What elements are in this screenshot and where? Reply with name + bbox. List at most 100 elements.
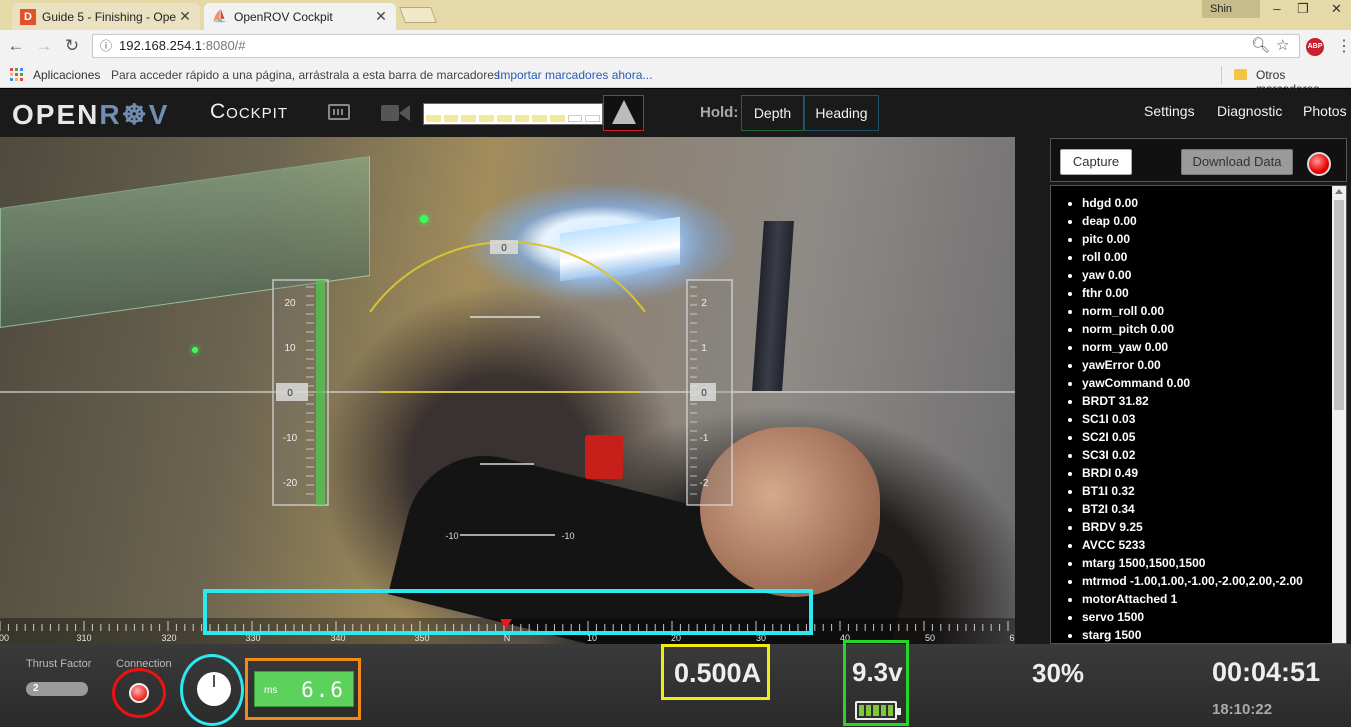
hold-depth-button[interactable]: Depth xyxy=(741,95,804,131)
compass-highlight-box xyxy=(203,589,813,635)
browser-menu-icon[interactable]: ⋮ xyxy=(1336,36,1351,56)
browser-tab-guide[interactable]: D Guide 5 - Finishing - Ope ✕ xyxy=(12,3,200,30)
light-segment xyxy=(514,115,530,122)
telemetry-item: BRDV 9.25 xyxy=(1082,518,1346,536)
data-controls: Capture Download Data xyxy=(1050,138,1347,182)
url-input[interactable]: ⓘ 192.168.254.1:8080/# 🔍︎ ☆ xyxy=(92,34,1300,58)
telemetry-item: yawCommand 0.00 xyxy=(1082,374,1346,392)
star-icon[interactable]: ☆ xyxy=(1276,35,1289,57)
page-title: Cockpit xyxy=(210,100,289,123)
close-icon[interactable]: ✕ xyxy=(178,8,192,25)
hold-label: Hold: xyxy=(700,104,739,121)
logo-rov-icon: ☸ xyxy=(121,99,149,130)
hold-heading-button[interactable]: Heading xyxy=(804,95,879,131)
telemetry-list: hdgd 0.00deap 0.00pitc 0.00roll 0.00yaw … xyxy=(1051,186,1346,643)
window-close-icon[interactable]: ✕ xyxy=(1322,0,1351,18)
record-indicator-icon[interactable] xyxy=(1307,152,1331,176)
hud-overlay: 0 -10 -10 20100-10-20 210-1-2 xyxy=(0,240,1015,541)
light-segment xyxy=(426,115,441,122)
pitch-scale: 20 10 0 -10 -20 xyxy=(272,279,329,506)
thrust-factor-control[interactable]: 2 xyxy=(26,682,88,696)
zoom-icon[interactable]: 🔍︎ xyxy=(1251,35,1270,57)
thrust-factor-label: Thrust Factor xyxy=(26,658,92,670)
maximize-icon[interactable]: ❐ xyxy=(1290,0,1316,18)
adblock-icon[interactable]: ABP xyxy=(1306,38,1324,56)
ladder-label: -10 xyxy=(561,531,574,541)
new-tab-button[interactable] xyxy=(399,7,437,23)
telemetry-item: pitc 0.00 xyxy=(1082,230,1346,248)
compass-heading-label: 320 xyxy=(161,633,176,643)
light-segment xyxy=(585,115,601,122)
depth-tick-label: 0 xyxy=(701,388,707,399)
telemetry-item: BT2I 0.34 xyxy=(1082,500,1346,518)
telemetry-item: motorAttached 1 xyxy=(1082,590,1346,608)
camera-video-feed: 0 -10 -10 20 10 0 -10 -20 2 1 0 -1 -2 00 310 320 33… xyxy=(0,137,1015,644)
laser-warning-icon xyxy=(612,100,636,124)
forward-arrow-icon[interactable]: → xyxy=(34,36,54,56)
pitch-scale-bar xyxy=(316,280,325,505)
lights-level-meter[interactable] xyxy=(423,103,603,125)
telemetry-item: BRDT 31.82 xyxy=(1082,392,1346,410)
connection-status-icon xyxy=(129,683,149,703)
reload-icon[interactable]: ↻ xyxy=(62,36,82,56)
telemetry-item: SC3I 0.02 xyxy=(1082,446,1346,464)
bookmarks-bar: Aplicaciones Para acceder rápido a una p… xyxy=(0,62,1351,96)
ladder-label: -10 xyxy=(445,531,458,541)
capture-button[interactable]: Capture xyxy=(1060,149,1132,175)
telemetry-item: SC2I 0.05 xyxy=(1082,428,1346,446)
light-segment xyxy=(443,115,459,122)
latency-value: 6.6 xyxy=(301,678,345,702)
telemetry-panel[interactable]: hdgd 0.00deap 0.00pitc 0.00roll 0.00yaw … xyxy=(1050,185,1347,644)
keyboard-icon[interactable] xyxy=(328,104,350,120)
tab-title: OpenROV Cockpit xyxy=(234,9,333,24)
download-data-button[interactable]: Download Data xyxy=(1181,149,1293,175)
roll-label: 0 xyxy=(501,243,507,254)
telemetry-item: fthr 0.00 xyxy=(1082,284,1346,302)
status-bar: Thrust Factor 2 Connection ms 6.6 0.500A… xyxy=(0,640,1351,727)
url-host: 192.168.254.1 xyxy=(119,38,203,53)
dial-needle xyxy=(213,675,215,687)
folder-icon xyxy=(1234,69,1247,80)
address-bar-row: ← → ↻ ⓘ 192.168.254.1:8080/# 🔍︎ ☆ ABP ⋮ xyxy=(0,30,1351,62)
scroll-up-icon[interactable] xyxy=(1335,189,1343,194)
pitch-tick-label: -10 xyxy=(283,433,298,444)
settings-link[interactable]: Settings xyxy=(1144,103,1195,119)
openrov-logo: OPENR☸V xyxy=(12,98,169,131)
laser-toggle-button[interactable] xyxy=(603,95,644,131)
import-bookmarks-link[interactable]: Importar marcadores ahora... xyxy=(497,68,652,82)
url-rest: :8080/# xyxy=(202,38,246,53)
battery-icon xyxy=(855,701,901,720)
diagnostic-link[interactable]: Diagnostic xyxy=(1217,103,1282,119)
back-arrow-icon[interactable]: ← xyxy=(6,36,26,56)
video-camera-icon[interactable] xyxy=(381,103,411,123)
apps-link[interactable]: Aplicaciones xyxy=(33,68,100,82)
compass-heading-label: 310 xyxy=(76,633,91,643)
compass-heading-label: 00 xyxy=(0,633,9,643)
dial-highlight xyxy=(180,654,244,726)
current-value: 0.500A xyxy=(674,658,762,688)
minimize-icon[interactable]: – xyxy=(1264,0,1290,18)
browser-tab-cockpit[interactable]: ⛵ OpenROV Cockpit ✕ xyxy=(204,3,396,30)
photos-link[interactable]: Photos xyxy=(1303,103,1347,119)
compass-heading-label: 50 xyxy=(925,633,935,643)
apps-grid-icon[interactable] xyxy=(10,68,23,81)
profile-button[interactable]: Shin xyxy=(1202,0,1260,18)
telemetry-item: roll 0.00 xyxy=(1082,248,1346,266)
pitch-tick-label: 10 xyxy=(284,343,296,354)
scroll-thumb[interactable] xyxy=(1334,200,1344,410)
battery-percent: 30% xyxy=(1032,658,1085,688)
current-highlight: 0.500A xyxy=(661,644,770,700)
cockpit-header: OPENR☸V Cockpit Hold: Depth Heading Sett… xyxy=(0,89,1351,137)
telemetry-item: SC1I 0.03 xyxy=(1082,410,1346,428)
telemetry-item: norm_roll 0.00 xyxy=(1082,302,1346,320)
heading-dial-icon xyxy=(197,672,231,706)
close-icon[interactable]: ✕ xyxy=(374,8,388,25)
light-segment xyxy=(567,115,583,122)
logo-text-v: V xyxy=(148,99,170,130)
telemetry-scrollbar[interactable] xyxy=(1332,186,1346,643)
info-icon[interactable]: ⓘ xyxy=(100,35,112,57)
connection-highlight xyxy=(112,668,166,718)
pitch-tick-label: -20 xyxy=(283,478,298,489)
dive-timer: 00:04:51 xyxy=(1212,657,1321,687)
light-segment xyxy=(479,115,494,122)
